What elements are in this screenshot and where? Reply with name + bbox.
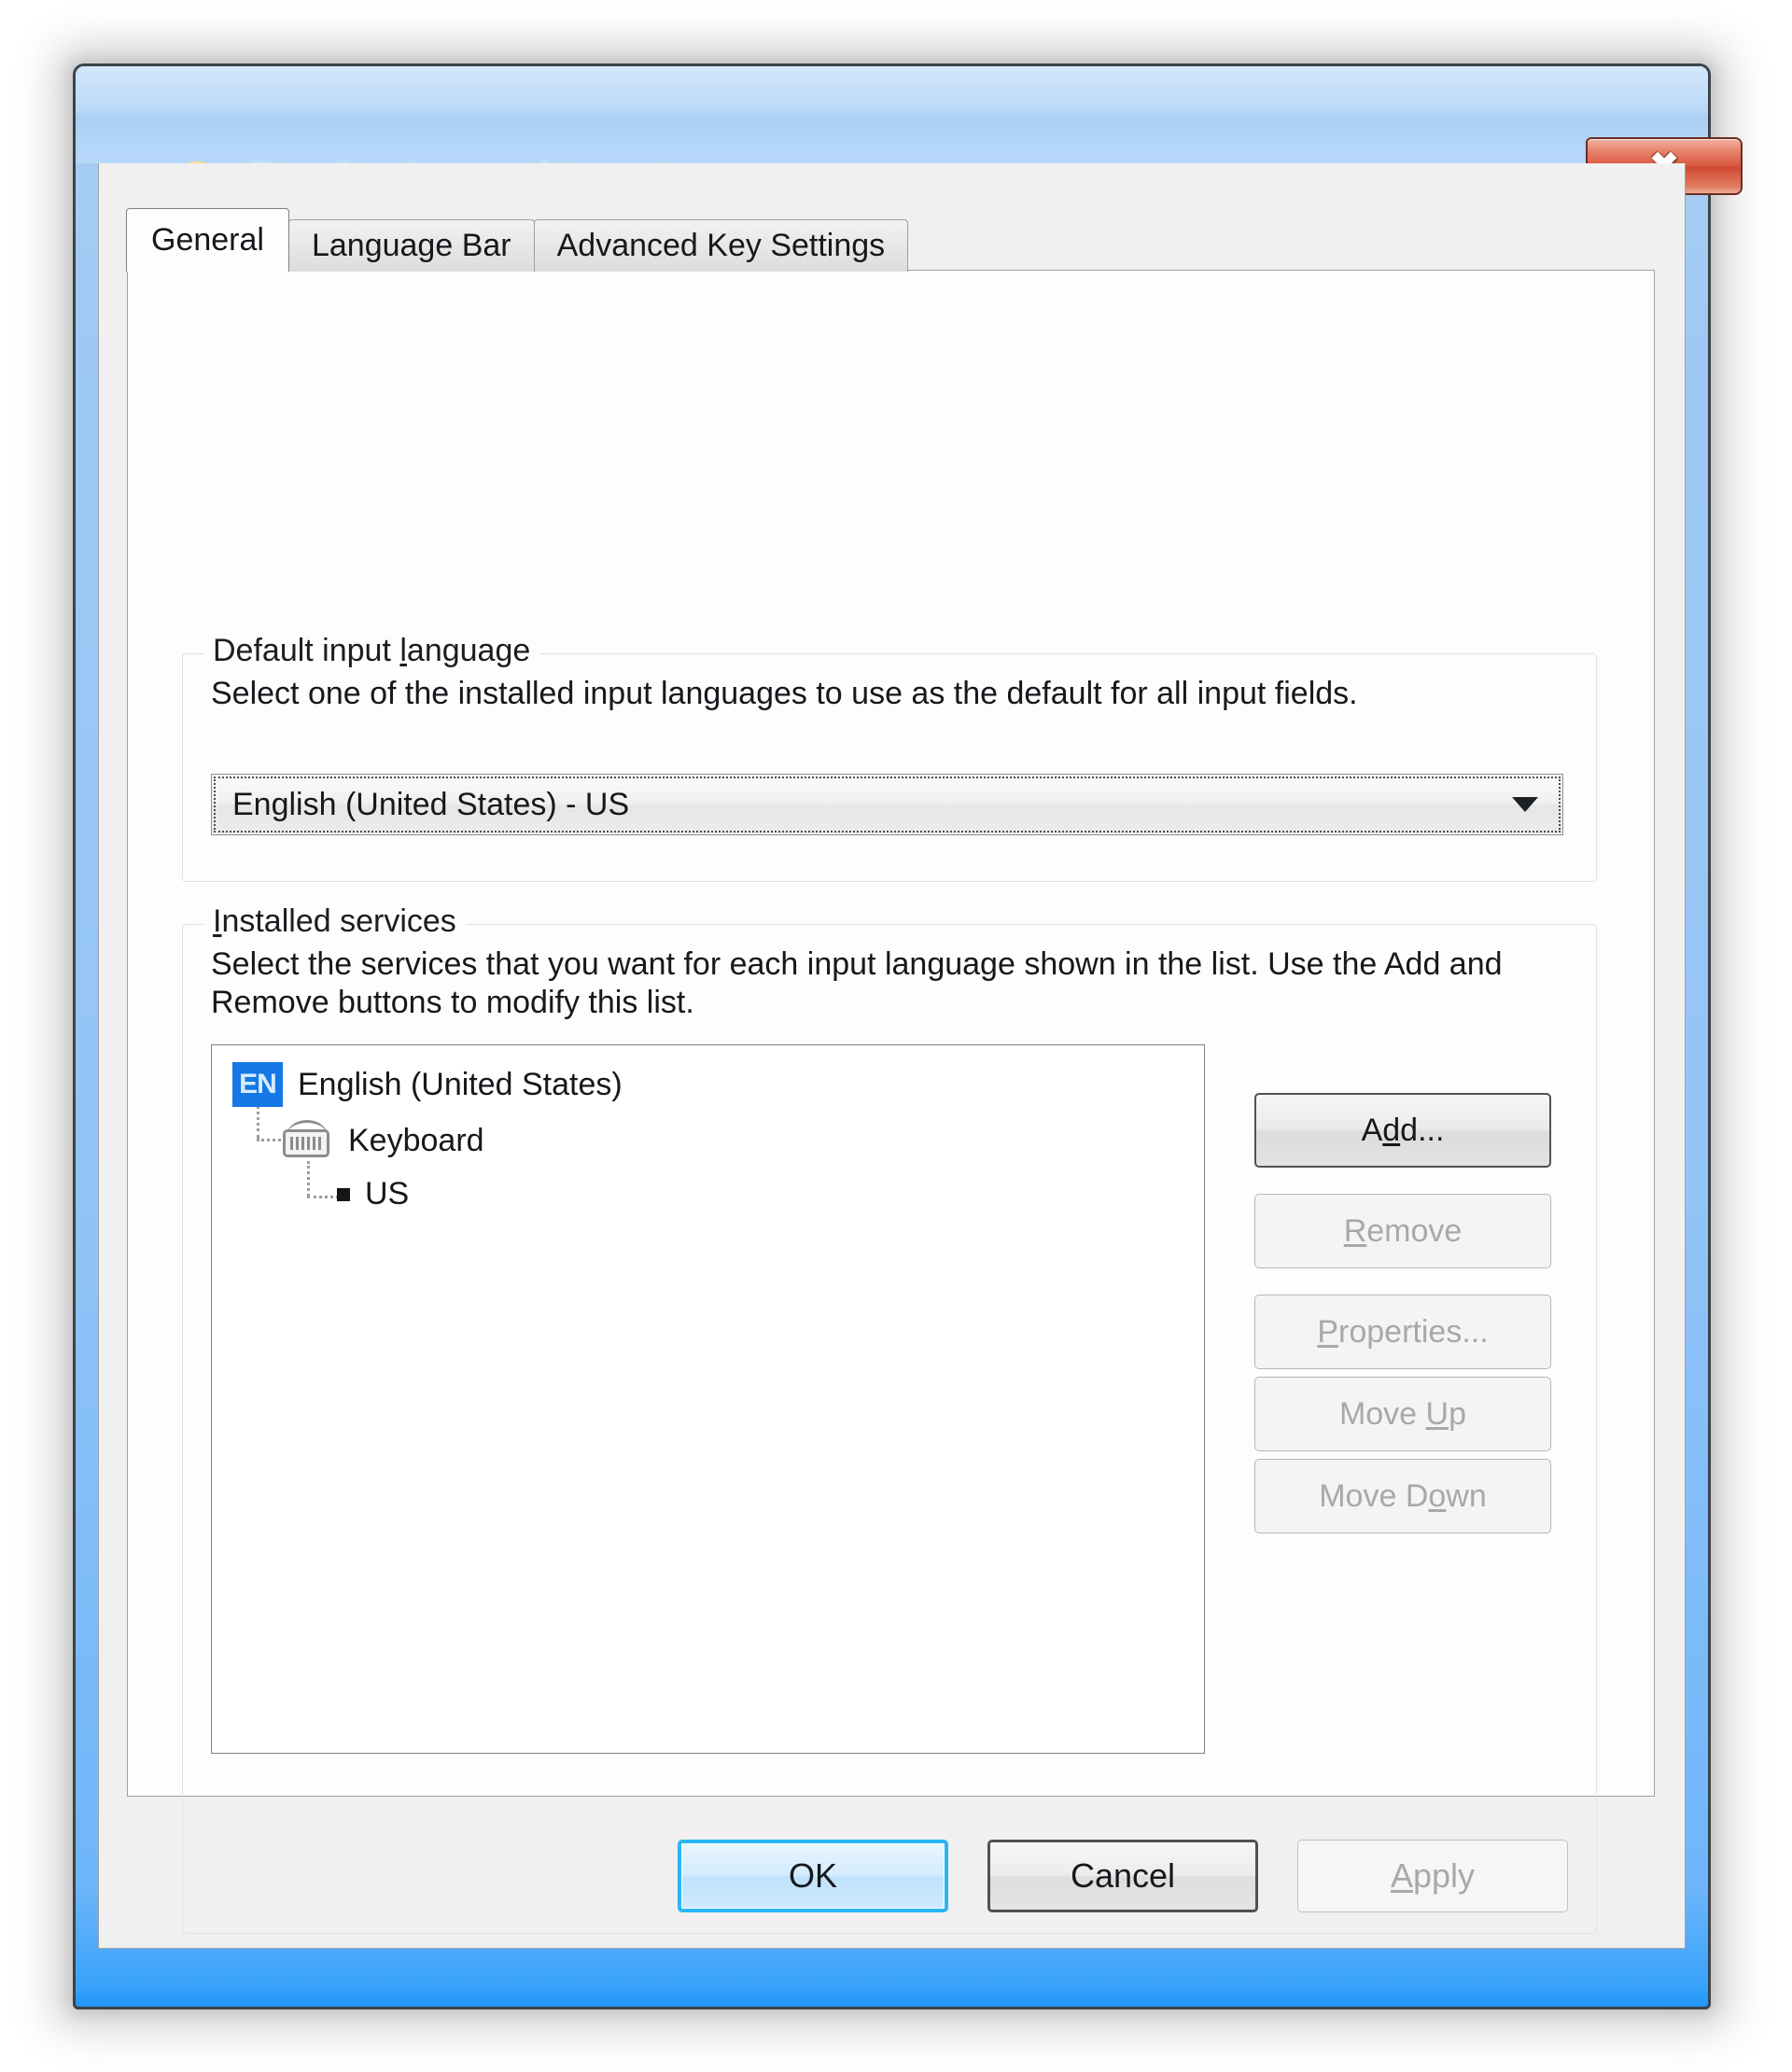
tab-general-label: General <box>151 222 264 258</box>
add-button[interactable]: Add... <box>1254 1093 1551 1168</box>
add-label-post: d... <box>1400 1112 1445 1148</box>
keyboard-icon <box>281 1120 333 1161</box>
default-language-combobox-value: English (United States) - US <box>232 786 630 822</box>
properties-label-accel: P <box>1317 1313 1339 1350</box>
properties-label-post: roperties... <box>1338 1313 1489 1350</box>
tree-connector-vertical-2 <box>307 1161 310 1197</box>
tree-node-language[interactable]: EN English (United States) <box>232 1062 623 1107</box>
moveup-label-accel: U <box>1425 1395 1449 1432</box>
movedown-label-accel: o <box>1428 1477 1447 1514</box>
bullet-icon <box>337 1187 350 1201</box>
move-up-button-label: Move Up <box>1339 1396 1466 1433</box>
group-installed-body: Select the services that you want for ea… <box>183 925 1596 1933</box>
movedown-label-pre: Move D <box>1319 1477 1429 1514</box>
tree-node-keyboard-label: Keyboard <box>348 1122 484 1158</box>
tab-general[interactable]: General <box>126 208 289 272</box>
add-label-pre: A <box>1361 1112 1383 1148</box>
installed-services-help-text: Select the services that you want for ea… <box>211 946 1503 1021</box>
default-language-help-text: Select one of the installed input langua… <box>211 676 1358 711</box>
tree-node-us-label: US <box>365 1176 410 1211</box>
tab-control: General Language Bar Advanced Key Settin… <box>126 208 1655 1934</box>
move-up-button[interactable]: Move Up <box>1254 1377 1551 1451</box>
tree-node-keyboard[interactable]: Keyboard <box>281 1120 484 1161</box>
remove-label-accel: R <box>1343 1212 1367 1249</box>
language-badge-icon: EN <box>232 1062 283 1107</box>
tree-node-language-label: English (United States) <box>298 1066 623 1102</box>
tree-connector-vertical-1 <box>257 1105 259 1139</box>
desktop-backdrop: Text Services and Input Languages ✖ Gene… <box>0 0 1792 2072</box>
properties-button[interactable]: Properties... <box>1254 1295 1551 1369</box>
tree-node-us[interactable]: US <box>337 1176 409 1212</box>
group-default-input-language: Default input language Select one of the… <box>182 633 1597 882</box>
remove-label-post: emove <box>1366 1212 1463 1249</box>
move-down-button[interactable]: Move Down <box>1254 1459 1551 1533</box>
tab-strip: General Language Bar Advanced Key Settin… <box>126 208 909 272</box>
tab-advanced-key-settings-label: Advanced Key Settings <box>556 228 886 263</box>
dialog-window: Text Services and Input Languages ✖ Gene… <box>73 63 1743 2009</box>
title-bar[interactable]: Text Services and Input Languages ✖ <box>76 66 1743 210</box>
default-language-combobox[interactable]: English (United States) - US <box>211 774 1563 835</box>
remove-button[interactable]: Remove <box>1254 1194 1551 1268</box>
chevron-down-icon[interactable] <box>1512 797 1538 812</box>
tab-advanced-key-settings[interactable]: Advanced Key Settings <box>533 219 909 272</box>
tree-connector-horizontal-2 <box>307 1196 339 1198</box>
add-label-accel: d <box>1382 1112 1401 1148</box>
dialog-client-area: General Language Bar Advanced Key Settin… <box>98 163 1686 1949</box>
moveup-label-pre: Move <box>1338 1395 1426 1432</box>
tab-panel-general: Default input language Select one of the… <box>127 270 1655 1934</box>
installed-services-treeview[interactable]: EN English (United States) Keyboard US <box>211 1044 1205 1754</box>
group-installed-services: Installed services Select the services t… <box>182 903 1597 1934</box>
keyboard-icon-body <box>283 1129 329 1157</box>
move-down-button-label: Move Down <box>1319 1478 1487 1515</box>
tab-language-bar-label: Language Bar <box>311 228 511 263</box>
tree-connector-horizontal-1 <box>257 1139 281 1141</box>
properties-button-label: Properties... <box>1317 1314 1488 1351</box>
add-button-label: Add... <box>1362 1113 1445 1149</box>
group-default-body: Select one of the installed input langua… <box>183 654 1596 881</box>
remove-button-label: Remove <box>1344 1213 1463 1250</box>
movedown-label-post: wn <box>1446 1477 1487 1514</box>
moveup-label-post: p <box>1449 1395 1467 1432</box>
tab-language-bar[interactable]: Language Bar <box>287 219 535 272</box>
